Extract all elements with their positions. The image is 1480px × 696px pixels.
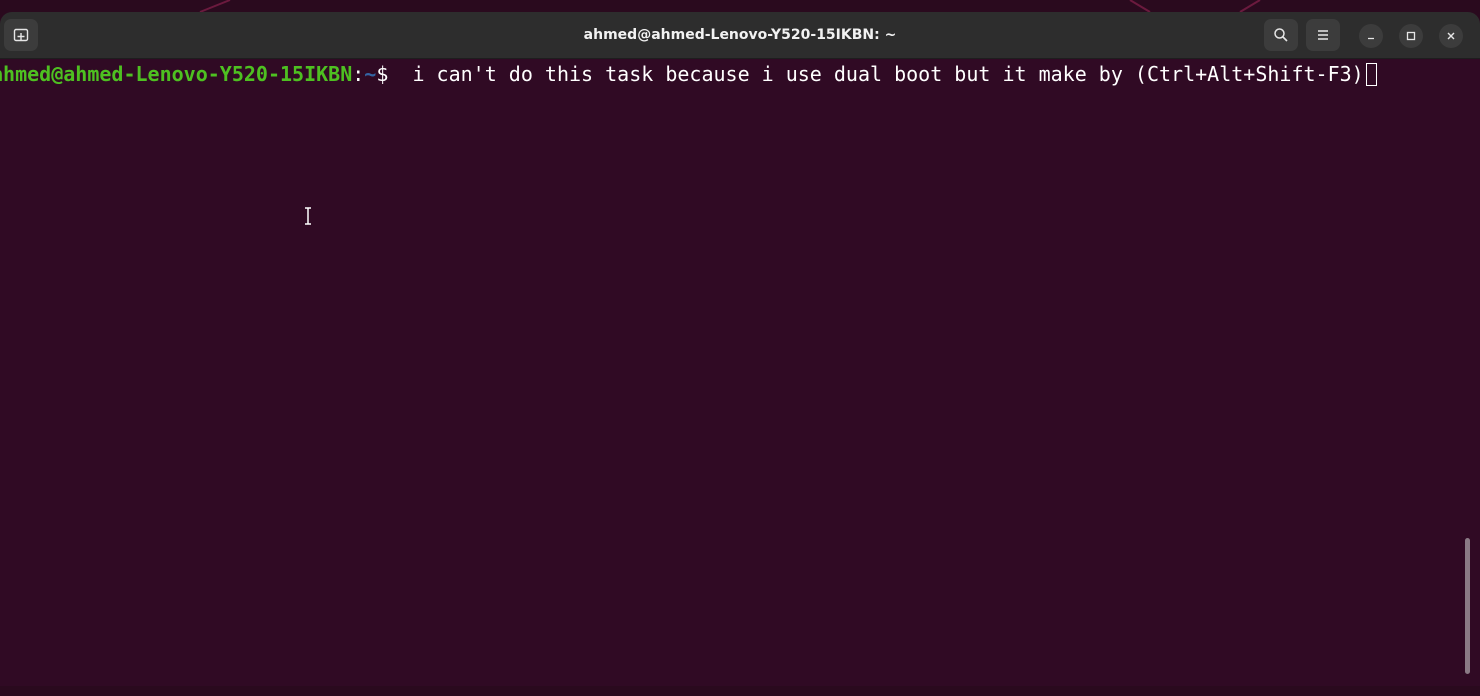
command-text: i can't do this task because i use dual … — [388, 62, 1364, 86]
text-cursor-icon — [302, 207, 314, 229]
search-button[interactable] — [1264, 19, 1298, 51]
prompt-symbol: $ — [376, 62, 389, 86]
terminal-cursor — [1365, 63, 1377, 86]
titlebar: ahmed@ahmed-Lenovo-Y520-15IKBN: ~ — [0, 12, 1480, 59]
maximize-button[interactable] — [1399, 24, 1423, 48]
minimize-icon — [1368, 37, 1374, 40]
maximize-icon — [1406, 31, 1416, 41]
scrollbar-thumb[interactable] — [1465, 538, 1470, 674]
prompt-colon: : — [352, 62, 365, 86]
hamburger-menu-icon — [1318, 30, 1328, 40]
terminal-window: ahmed@ahmed-Lenovo-Y520-15IKBN: ~ ahmed@… — [0, 12, 1480, 686]
desktop-bottom-strip — [0, 686, 1480, 696]
search-icon — [1274, 28, 1288, 42]
close-button[interactable] — [1439, 24, 1463, 48]
minimize-button[interactable] — [1359, 24, 1383, 48]
terminal-area[interactable]: ahmed@ahmed-Lenovo-Y520-15IKBN:~$ i can'… — [0, 59, 1462, 686]
prompt-user: ahmed@ahmed-Lenovo-Y520-15IKBN — [0, 62, 353, 86]
menu-button[interactable] — [1306, 19, 1340, 51]
prompt-path: ~ — [364, 62, 377, 86]
close-icon — [1447, 32, 1455, 40]
prompt-line: ahmed@ahmed-Lenovo-Y520-15IKBN:~$ i can'… — [0, 61, 1377, 87]
window-title: ahmed@ahmed-Lenovo-Y520-15IKBN: ~ — [583, 27, 897, 43]
